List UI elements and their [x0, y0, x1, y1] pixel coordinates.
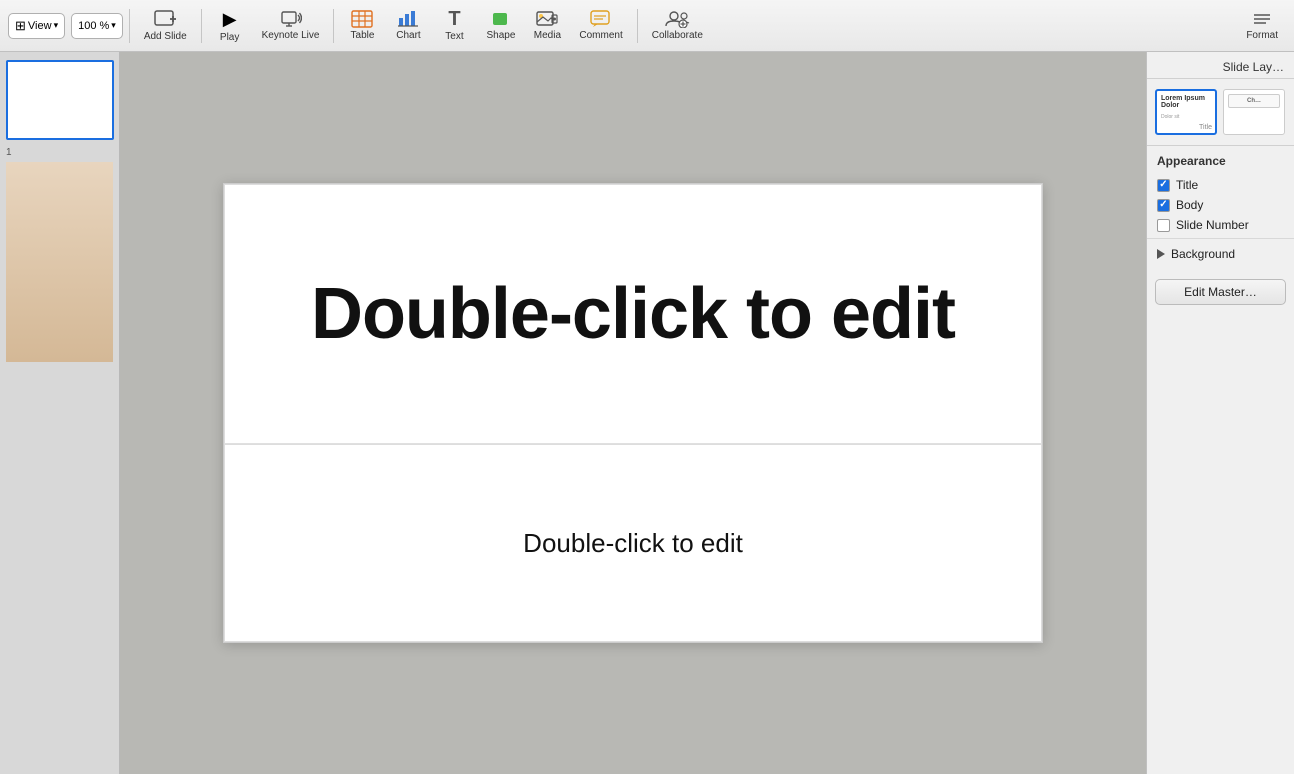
body-checkbox-label: Body	[1176, 198, 1203, 212]
media-icon	[536, 10, 558, 28]
play-button[interactable]: ▶ Play	[208, 5, 252, 47]
title-checkbox-label: Title	[1176, 178, 1198, 192]
layout-preview-section: Lorem Ipsum Dolor Dolor sit Title Ch…	[1147, 79, 1294, 145]
slide-panel-lower	[6, 162, 113, 362]
toolbar-separator-1	[129, 9, 130, 43]
text-button[interactable]: T Text	[432, 5, 476, 46]
view-selector[interactable]: ⊞ View ▾	[8, 13, 65, 39]
title-checkmark-icon: ✓	[1159, 180, 1167, 190]
comment-label: Comment	[579, 30, 622, 41]
text-label: Text	[445, 31, 463, 42]
play-label: Play	[220, 32, 239, 43]
slide-body-box[interactable]: Double-click to edit	[224, 444, 1042, 642]
title-checkbox-row[interactable]: ✓ Title	[1157, 178, 1284, 192]
comment-icon	[590, 10, 612, 28]
layout-change-btn: Ch…	[1228, 94, 1280, 108]
slide-thumb-inner	[8, 62, 112, 138]
slide-body-text: Double-click to edit	[523, 528, 743, 559]
appearance-label: Appearance	[1157, 154, 1226, 168]
keynote-live-label: Keynote Live	[262, 30, 320, 41]
table-button[interactable]: Table	[340, 6, 384, 45]
media-button[interactable]: Media	[525, 6, 569, 45]
right-panel: Slide Lay… Lorem Ipsum Dolor Dolor sit T…	[1146, 52, 1294, 774]
slide-panel: 1	[0, 52, 120, 774]
view-chevron-icon: ▾	[54, 20, 59, 31]
canvas-area: Double-click to edit Double-click to edi…	[120, 52, 1146, 774]
zoom-chevron-icon: ▾	[111, 20, 116, 31]
body-checkbox-row[interactable]: ✓ Body	[1157, 198, 1284, 212]
slide-title-box[interactable]: Double-click to edit	[224, 184, 1042, 444]
slide-layout-title: Slide Lay…	[1223, 60, 1284, 74]
edit-master-button[interactable]: Edit Master…	[1155, 279, 1286, 305]
shape-icon	[490, 10, 512, 28]
layout-preview-change[interactable]: Ch…	[1223, 89, 1285, 135]
media-label: Media	[534, 30, 561, 41]
add-slide-icon	[154, 9, 176, 29]
view-icon: ⊞	[15, 18, 26, 34]
title-checkbox[interactable]: ✓	[1157, 179, 1170, 192]
background-row[interactable]: Background	[1147, 238, 1294, 269]
slide-number-checkbox[interactable]	[1157, 219, 1170, 232]
shape-label: Shape	[486, 30, 515, 41]
background-triangle-icon	[1157, 249, 1165, 259]
format-label: Format	[1246, 30, 1278, 41]
text-icon: T	[448, 9, 460, 29]
layout-preview-title[interactable]: Lorem Ipsum Dolor Dolor sit Title	[1155, 89, 1217, 135]
keynote-live-button[interactable]: Keynote Live	[254, 6, 328, 45]
slide-number-checkbox-label: Slide Number	[1176, 218, 1249, 232]
main-area: 1 Double-click to edit Double-click to e…	[0, 52, 1294, 774]
table-icon	[351, 10, 373, 28]
collaborate-icon	[663, 10, 691, 28]
collaborate-label: Collaborate	[652, 30, 703, 41]
add-slide-label: Add Slide	[144, 31, 187, 42]
right-panel-header: Slide Lay…	[1147, 52, 1294, 79]
slide-title-text: Double-click to edit	[311, 273, 955, 355]
zoom-selector[interactable]: 100 % ▾	[71, 13, 123, 39]
zoom-value: 100 %	[78, 20, 109, 32]
keynote-live-icon	[280, 10, 302, 28]
add-slide-button[interactable]: Add Slide	[136, 5, 195, 46]
slide-number: 1	[6, 147, 12, 158]
play-icon: ▶	[223, 9, 237, 30]
chart-icon	[397, 10, 419, 28]
toolbar-separator-4	[637, 9, 638, 43]
format-icon	[1251, 10, 1273, 28]
appearance-section: ✓ Title ✓ Body Slide Number	[1147, 172, 1294, 238]
appearance-section-header: Appearance	[1147, 145, 1294, 172]
toolbar-separator-3	[333, 9, 334, 43]
slide-canvas: Double-click to edit Double-click to edi…	[223, 183, 1043, 643]
layout-preview-title-sample: Lorem Ipsum Dolor	[1161, 95, 1211, 109]
toolbar: ⊞ View ▾ 100 % ▾ Add Slide ▶ Play	[0, 0, 1294, 52]
chart-label: Chart	[396, 30, 420, 41]
shape-button[interactable]: Shape	[478, 6, 523, 45]
body-checkmark-icon: ✓	[1159, 200, 1167, 210]
toolbar-separator-2	[201, 9, 202, 43]
edit-master-label: Edit Master…	[1184, 285, 1257, 299]
layout-preview-body-sample: Dolor sit	[1161, 114, 1211, 121]
format-button[interactable]: Format	[1238, 6, 1286, 45]
chart-button[interactable]: Chart	[386, 6, 430, 45]
collaborate-button[interactable]: Collaborate	[644, 6, 711, 45]
table-label: Table	[351, 30, 375, 41]
slide-number-checkbox-row[interactable]: Slide Number	[1157, 218, 1284, 232]
layout-title-label: Title	[1199, 124, 1212, 131]
view-label: View	[28, 20, 52, 32]
background-label: Background	[1171, 247, 1235, 261]
slide-thumbnail-1[interactable]	[6, 60, 114, 140]
comment-button[interactable]: Comment	[571, 6, 630, 45]
layout-change-label: Ch…	[1247, 98, 1261, 104]
body-checkbox[interactable]: ✓	[1157, 199, 1170, 212]
